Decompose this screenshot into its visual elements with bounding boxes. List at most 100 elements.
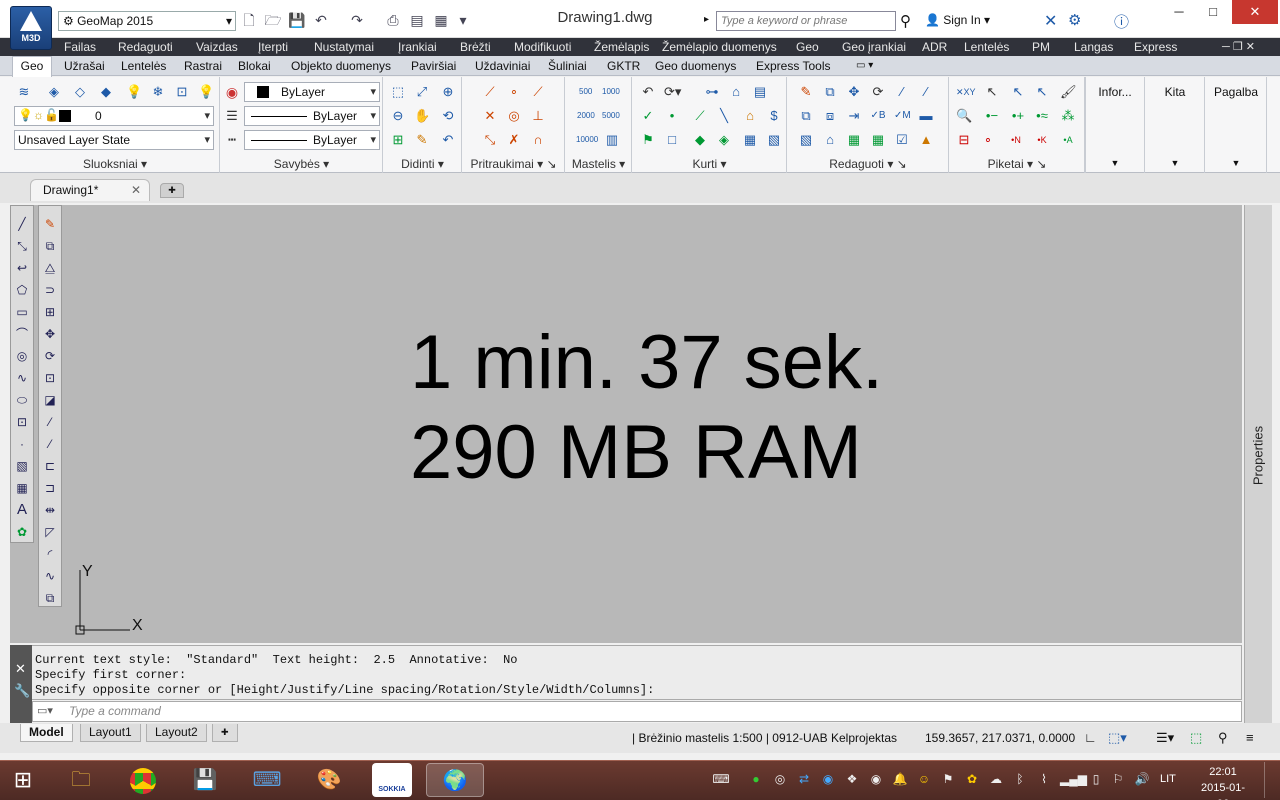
menu-item[interactable]: Failas xyxy=(64,39,96,55)
panel-title-stations[interactable]: Piketai ▾ ↘ xyxy=(949,156,1085,172)
point-minus-icon[interactable]: •− xyxy=(984,108,1000,124)
text-m-icon[interactable]: ✓M xyxy=(894,108,911,124)
snap-intersection-icon[interactable]: ⟋ xyxy=(530,84,546,100)
point-remove-icon[interactable]: ⊟ xyxy=(956,132,972,148)
document-tab[interactable]: Drawing1* ✕ xyxy=(30,179,150,201)
command-prompt-icon[interactable]: ▭▾ xyxy=(37,704,53,717)
cursor-icon[interactable]: ↖ xyxy=(984,84,1000,100)
windows-start-icon[interactable]: ⊞ xyxy=(6,763,40,797)
break-icon[interactable]: ▬ xyxy=(918,108,934,124)
open-file-icon[interactable]: 🗁 xyxy=(264,11,282,29)
menu-item[interactable]: Redaguoti xyxy=(118,39,173,55)
text-icon[interactable]: A xyxy=(14,502,30,518)
point-icon[interactable]: ⊶ xyxy=(704,84,720,100)
menu-item[interactable]: ADR xyxy=(922,39,947,55)
offset-icon[interactable]: ⊃ xyxy=(42,282,58,298)
sokkia-icon[interactable]: SOKKIA xyxy=(372,763,412,797)
stretch-icon[interactable]: ◪ xyxy=(42,392,58,408)
panel-title-snaps[interactable]: Pritraukimai ▾ ↘ xyxy=(462,156,565,172)
copy-icon[interactable]: ⧉ xyxy=(822,84,838,100)
tray-smiley-icon[interactable]: ☺ xyxy=(916,771,932,787)
zoom-extents-icon[interactable]: ⤢ xyxy=(414,84,430,100)
erase-icon[interactable]: ✎ xyxy=(798,84,814,100)
dollar-icon[interactable]: $ xyxy=(766,108,782,124)
application-menu-button[interactable]: M3D xyxy=(10,6,52,50)
menu-item[interactable]: Žemėlapio duomenys xyxy=(662,39,777,55)
menu-item[interactable]: PM xyxy=(1032,39,1050,55)
panel-title-layers[interactable]: Sluoksniai ▾ xyxy=(10,156,220,172)
scale-5000-button[interactable]: 5000 xyxy=(602,111,620,120)
ribbon-tab[interactable]: Express Tools xyxy=(756,58,830,74)
line-icon[interactable]: ╱ xyxy=(14,216,30,232)
rotate-icon[interactable]: ⟳ xyxy=(870,84,886,100)
trim-icon[interactable]: ⁄ xyxy=(894,84,910,100)
color-select[interactable]: ByLayer xyxy=(244,82,380,102)
print-icon[interactable]: ⎙ xyxy=(384,11,402,29)
touch-keyboard-icon[interactable]: ⌨ xyxy=(708,771,734,787)
text-b-icon[interactable]: ✓B xyxy=(870,108,886,124)
customization-icon[interactable]: ≡ xyxy=(1246,728,1254,748)
break-point-icon[interactable]: ⊏ xyxy=(42,458,58,474)
save-app-icon[interactable]: 💾 xyxy=(188,763,222,797)
scale-500-button[interactable]: 500 xyxy=(579,87,592,96)
ribbon-tab[interactable]: GKTR xyxy=(607,58,640,74)
table-icon[interactable]: ▤ xyxy=(752,84,768,100)
brush-icon[interactable]: 🖌 xyxy=(1060,84,1077,100)
diamond-icon[interactable]: ◆ xyxy=(692,132,708,148)
polyline-icon[interactable]: ⟋ xyxy=(692,108,708,124)
doc-window-controls[interactable]: ─ ❐ ✕ xyxy=(1222,39,1255,55)
menu-item[interactable]: Brėžti xyxy=(460,39,491,55)
rectangle-icon[interactable]: ▭ xyxy=(14,304,30,320)
check-icon[interactable]: ✓ xyxy=(640,108,656,124)
linetype-select[interactable]: ByLayer xyxy=(244,130,380,150)
redo-icon[interactable]: ↷ xyxy=(348,11,366,29)
tray-signal-icon[interactable]: ▂▄▆ xyxy=(1060,771,1087,787)
ribbon-tab[interactable]: Lentelės xyxy=(121,58,166,74)
scale-2000-button[interactable]: 2000 xyxy=(577,111,595,120)
region-icon[interactable]: ◈ xyxy=(716,132,732,148)
zoom-window-icon[interactable]: ⬚ xyxy=(390,84,406,100)
arc-icon[interactable]: ⌒ xyxy=(14,326,30,342)
square-icon[interactable]: □ xyxy=(664,132,680,148)
line-icon[interactable]: ╲ xyxy=(716,108,732,124)
layer-on-icon[interactable]: 💡 xyxy=(126,84,142,100)
lineweight-select[interactable]: ByLayer xyxy=(244,106,380,126)
panel-title-properties[interactable]: Savybės ▾ xyxy=(220,156,383,172)
magnifier-icon[interactable]: 🔍 xyxy=(956,108,972,124)
close-command-line-icon[interactable]: ✕ xyxy=(15,661,26,677)
insert-block-icon[interactable]: ⊡ xyxy=(14,414,30,430)
menu-item[interactable]: Įterpti xyxy=(258,39,288,55)
scale-icon[interactable]: ⊡ xyxy=(42,370,58,386)
check-edit-icon[interactable]: ☑ xyxy=(894,132,910,148)
join-icon[interactable]: ⇹ xyxy=(42,502,58,518)
rotate-dropdown-icon[interactable]: ⟳▾ xyxy=(664,84,681,100)
layer-bulb-icon[interactable]: 💡 xyxy=(198,84,214,100)
publish-icon[interactable]: ▤ xyxy=(408,11,426,29)
block-icon[interactable]: ⌂ xyxy=(728,84,744,100)
polygon-icon[interactable]: ⬠ xyxy=(14,282,30,298)
zoom-realtime-icon[interactable]: ⊕ xyxy=(440,84,456,100)
extend-icon[interactable]: ⁄ xyxy=(42,436,58,452)
trim-icon[interactable]: ⁄ xyxy=(42,414,58,430)
construction-line-icon[interactable]: ⤡ xyxy=(14,238,30,254)
flag-icon[interactable]: ⚑ xyxy=(640,132,656,148)
mirror-icon[interactable]: ⧈ xyxy=(822,108,838,124)
snap-endpoint-icon[interactable]: ⟋ xyxy=(482,84,498,100)
menu-item[interactable]: Modifikuoti xyxy=(514,39,571,55)
show-desktop-button[interactable] xyxy=(1264,762,1278,798)
tab-layout1[interactable]: Layout1 xyxy=(80,724,141,742)
snap-cross-icon[interactable]: ✕ xyxy=(482,108,498,124)
node-icon[interactable]: • xyxy=(664,108,680,124)
circle-icon[interactable]: ◎ xyxy=(14,348,30,364)
help-icon[interactable]: ⓘ xyxy=(1114,11,1129,32)
menu-item[interactable]: Žemėlapis xyxy=(594,39,649,55)
tab-layout2[interactable]: Layout2 xyxy=(146,724,207,742)
menu-item[interactable]: Lentelės xyxy=(964,39,1009,55)
cursor-add-icon[interactable]: ↖ xyxy=(1034,84,1050,100)
exchange-icon[interactable]: ✕ xyxy=(1044,11,1057,31)
geomap-taskbar-icon[interactable]: 🌍 xyxy=(426,763,484,797)
search-input[interactable]: Type a keyword or phrase xyxy=(716,11,896,31)
attribute-icon[interactable]: ▦ xyxy=(846,132,862,148)
sign-in-button[interactable]: 👤 Sign In ▾ xyxy=(925,13,990,27)
ribbon-tab[interactable]: Uždaviniai xyxy=(475,58,530,74)
